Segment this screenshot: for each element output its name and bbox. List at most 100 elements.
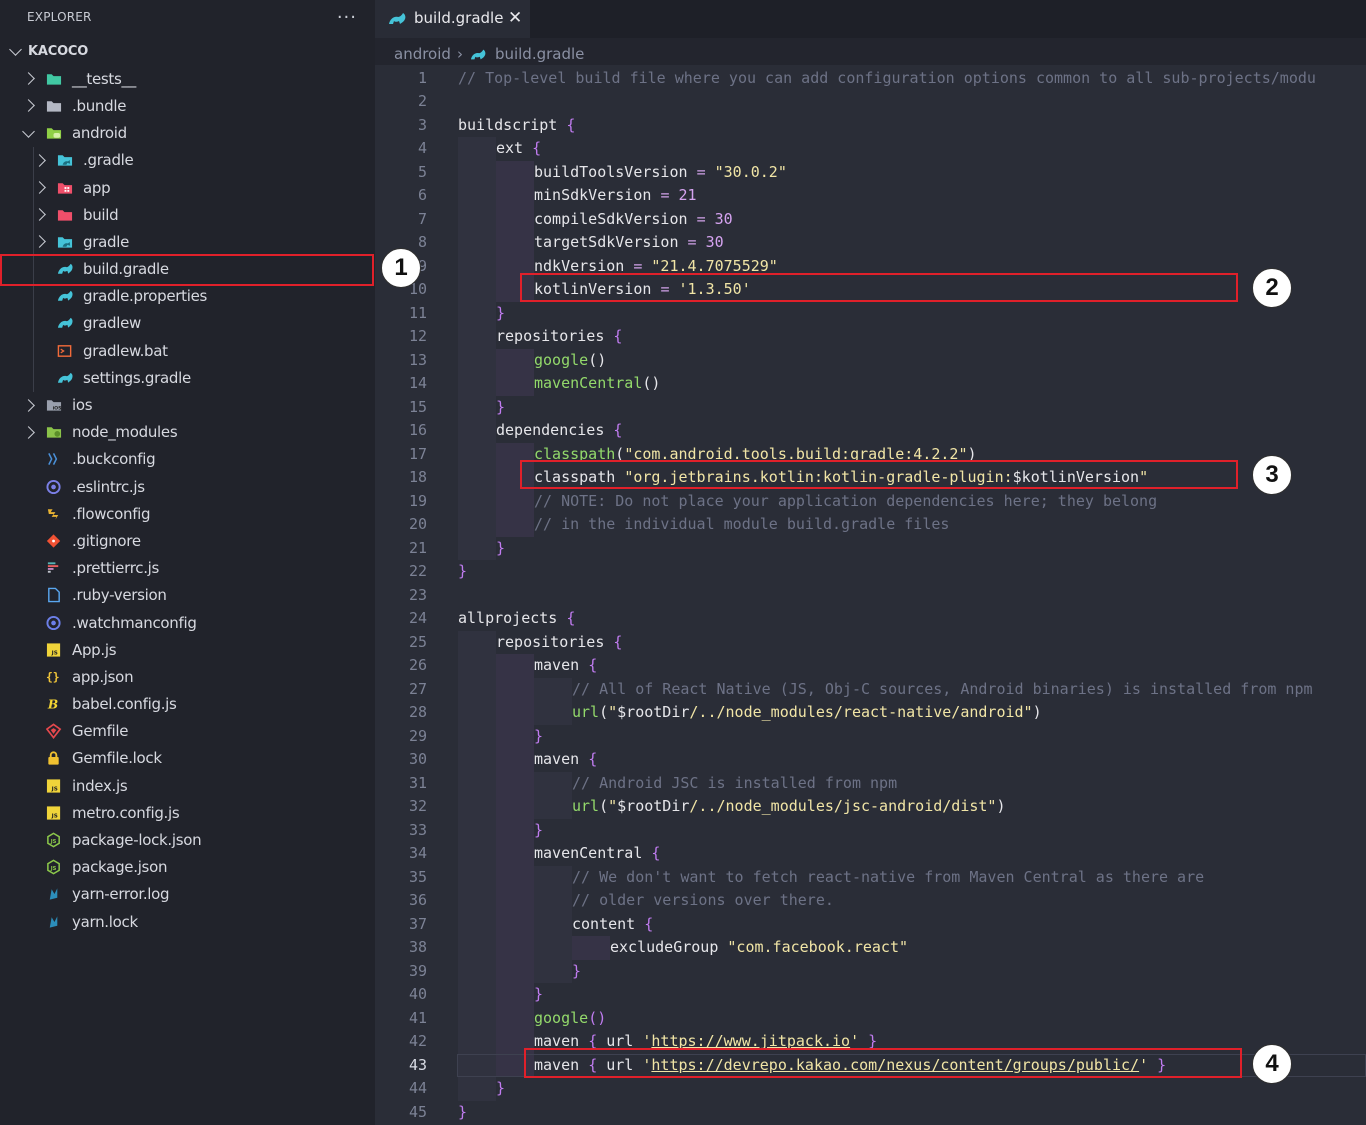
code-line[interactable]: 3 buildscript {	[375, 114, 1366, 138]
code-line[interactable]: 5 buildToolsVersion = "30.0.2"	[375, 160, 1366, 184]
code-line[interactable]: 2	[375, 90, 1366, 114]
code-line[interactable]: 35 // We don't want to fetch react-native…	[375, 865, 1366, 889]
code-line[interactable]: 8 targetSdkVersion = 30	[375, 231, 1366, 255]
line-number: 29	[408, 726, 427, 745]
code-token: excludeGroup	[610, 938, 728, 956]
code-line[interactable]: 4 ext {	[375, 137, 1366, 161]
code-token: }	[534, 820, 544, 839]
tree-item-package-lock-json[interactable]: JS package-lock.json	[0, 826, 375, 853]
tree-item-gitignore[interactable]: .gitignore	[0, 527, 375, 554]
tree-item-watchmanconfig[interactable]: .watchmanconfig	[0, 609, 375, 636]
tree-item-index-js[interactable]: JS index.js	[0, 772, 375, 799]
tree-item-app[interactable]: app	[0, 174, 375, 201]
code-line[interactable]: 41 google()	[375, 1006, 1366, 1030]
code-line[interactable]: 29}	[375, 724, 1366, 748]
more-actions-icon[interactable]: ···	[337, 7, 357, 28]
code-line[interactable]: 37 content {	[375, 912, 1366, 936]
code-line[interactable]: 40}	[375, 983, 1366, 1007]
code-line[interactable]: 7 compileSdkVersion = 30	[375, 207, 1366, 231]
code-line[interactable]: 1 // Top-level build file where you can a…	[375, 67, 1366, 91]
indent-guide	[458, 701, 496, 725]
tree-item-gradlew-bat[interactable]: gradlew.bat	[0, 337, 375, 364]
code-token: // All of React Native (JS, Obj-C source…	[572, 679, 1313, 698]
code-line[interactable]: 36 // older versions over there.	[375, 889, 1366, 913]
line-number: 43	[408, 1055, 427, 1074]
code-token: }	[458, 562, 468, 580]
code-line[interactable]: 6 minSdkVersion = 21	[375, 184, 1366, 208]
breadcrumb-folder[interactable]: android	[394, 45, 451, 63]
code-line[interactable]: 23	[375, 584, 1366, 608]
tree-item-android[interactable]: android	[0, 120, 375, 147]
code-line[interactable]: 33}	[375, 818, 1366, 842]
tree-item-gradle[interactable]: .gradle	[0, 147, 375, 174]
code-line[interactable]: 20 // in the individual module build.grad…	[375, 513, 1366, 537]
code-line[interactable]: 34 mavenCentral {	[375, 842, 1366, 866]
tree-item-settings-gradle[interactable]: settings.gradle	[0, 364, 375, 391]
code-line[interactable]: 30 maven {	[375, 748, 1366, 772]
file-icon-wrapper: B	[46, 696, 62, 712]
code-line[interactable]: 19 // NOTE: Do not place your application…	[375, 489, 1366, 513]
line-number: 35	[408, 867, 427, 886]
code-line[interactable]: 45}	[375, 1101, 1366, 1125]
explorer-panel: EXPLORER ··· KACOCO __tests__ .bundle andro…	[0, 0, 375, 1125]
line-number: 40	[408, 985, 427, 1003]
code-token: (	[599, 703, 609, 721]
code-line[interactable]: 24 allprojects {	[375, 607, 1366, 631]
tree-item-node-modules[interactable]: node_modules	[0, 419, 375, 446]
tree-item-app-json[interactable]: {} app.json	[0, 663, 375, 690]
code-line[interactable]: 13 google()	[375, 348, 1366, 372]
line-number: 5	[417, 162, 427, 181]
code-line[interactable]: 44}	[375, 1077, 1366, 1101]
tree-item-flowconfig[interactable]: .flowconfig	[0, 500, 375, 527]
code-line[interactable]: 12 repositories {	[375, 325, 1366, 349]
tree-item-ruby-version[interactable]: .ruby-version	[0, 582, 375, 609]
tree-item-gradle[interactable]: gradle	[0, 228, 375, 255]
tree-item-package-json[interactable]: JS package.json	[0, 854, 375, 881]
tree-item-gradlew[interactable]: gradlew	[0, 310, 375, 337]
svg-text:iOS: iOS	[53, 406, 62, 412]
tree-item-tests[interactable]: __tests__	[0, 65, 375, 92]
indent-guide	[496, 818, 534, 842]
code-line[interactable]: 11}	[375, 301, 1366, 325]
file-icon-wrapper: {}	[46, 669, 62, 685]
close-icon[interactable]: ✕	[508, 8, 522, 28]
code-editor[interactable]: 1 // Top-level build file where you can a…	[375, 65, 1366, 1125]
tree-root-kacoco[interactable]: KACOCO	[0, 38, 375, 65]
code-line[interactable]: 16 dependencies {	[375, 419, 1366, 443]
tree-item-buckconfig[interactable]: .buckconfig	[0, 446, 375, 473]
tab-build-gradle[interactable]: build.gradle ✕	[375, 0, 530, 38]
code-line[interactable]: 27 // All of React Native (JS, Obj-C sour…	[375, 677, 1366, 701]
tree-item-app-js[interactable]: JS App.js	[0, 636, 375, 663]
code-token: ndkVersion	[534, 256, 634, 275]
tree-item-build[interactable]: build	[0, 201, 375, 228]
tree-item-label: app.json	[72, 667, 134, 686]
tree-item-babel-config-js[interactable]: Bbabel.config.js	[0, 691, 375, 718]
code-line[interactable]: 15}	[375, 395, 1366, 419]
code-line[interactable]: 31 // Android JSC is installed from npm	[375, 771, 1366, 795]
tree-item-yarn-error-log[interactable]: yarn-error.log	[0, 881, 375, 908]
line-number: 19	[408, 491, 427, 510]
tree-item-bundle[interactable]: .bundle	[0, 92, 375, 119]
code-line[interactable]: 22}	[375, 560, 1366, 584]
tree-item-eslintrc-js[interactable]: .eslintrc.js	[0, 473, 375, 500]
tree-item-gemfile-lock[interactable]: Gemfile.lock	[0, 745, 375, 772]
svg-text:JS: JS	[50, 866, 57, 872]
code-line[interactable]: 38 excludeGroup "com.facebook.react"	[375, 936, 1366, 960]
tree-item-gemfile[interactable]: Gemfile	[0, 718, 375, 745]
breadcrumb-file[interactable]: build.gradle	[495, 45, 584, 63]
tree-item-ios[interactable]: iOS ios	[0, 391, 375, 418]
code-line[interactable]: 14 mavenCentral()	[375, 372, 1366, 396]
svg-text:B: B	[47, 698, 58, 712]
code-line[interactable]: 26 maven {	[375, 654, 1366, 678]
tree-item-gradle-properties[interactable]: gradle.properties	[0, 283, 375, 310]
code-line[interactable]: 39}	[375, 959, 1366, 983]
tree-item-metro-config-js[interactable]: JS metro.config.js	[0, 799, 375, 826]
code-line[interactable]: 32 url("$rootDir/../node_modules/jsc-andr…	[375, 795, 1366, 819]
code-line[interactable]: 21}	[375, 536, 1366, 560]
chevron-right-icon	[33, 181, 46, 194]
tree-item-yarn-lock[interactable]: yarn.lock	[0, 908, 375, 935]
code-line[interactable]: 25 repositories {	[375, 630, 1366, 654]
code-line[interactable]: 28 url("$rootDir/../node_modules/react-na…	[375, 701, 1366, 725]
tree-item-prettierrc-js[interactable]: .prettierrc.js	[0, 555, 375, 582]
tree-item-label: ios	[72, 396, 93, 415]
